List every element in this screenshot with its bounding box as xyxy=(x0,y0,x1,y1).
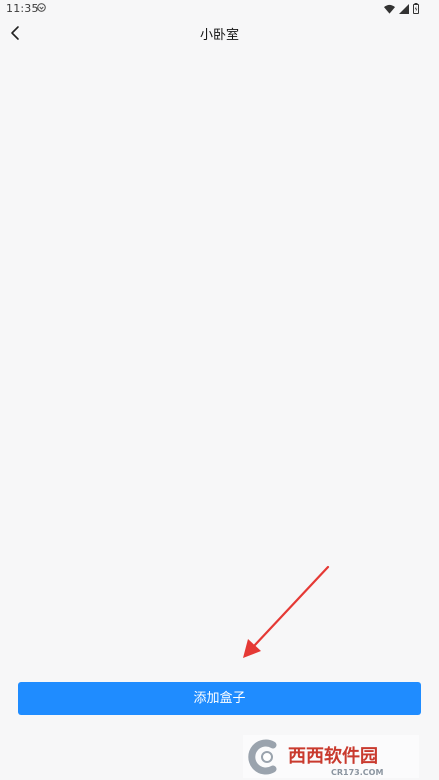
status-bar: 11:35 xyxy=(0,0,439,18)
shield-icon xyxy=(37,3,46,12)
watermark-url: CR173.COM xyxy=(331,768,383,777)
nav-bar: 小卧室 xyxy=(0,18,439,48)
watermark-logo: 西西软件园 CR173.COM xyxy=(243,735,419,778)
watermark-brand: 西西软件园 xyxy=(288,745,378,767)
status-time: 11:35 xyxy=(6,2,39,15)
battery-icon xyxy=(413,3,419,14)
signal-icon xyxy=(399,3,409,14)
add-box-button[interactable]: 添加盒子 xyxy=(18,682,421,715)
annotation-arrow xyxy=(243,565,330,658)
status-icons xyxy=(384,3,419,14)
wifi-icon xyxy=(384,4,395,14)
page-title: 小卧室 xyxy=(199,28,239,43)
